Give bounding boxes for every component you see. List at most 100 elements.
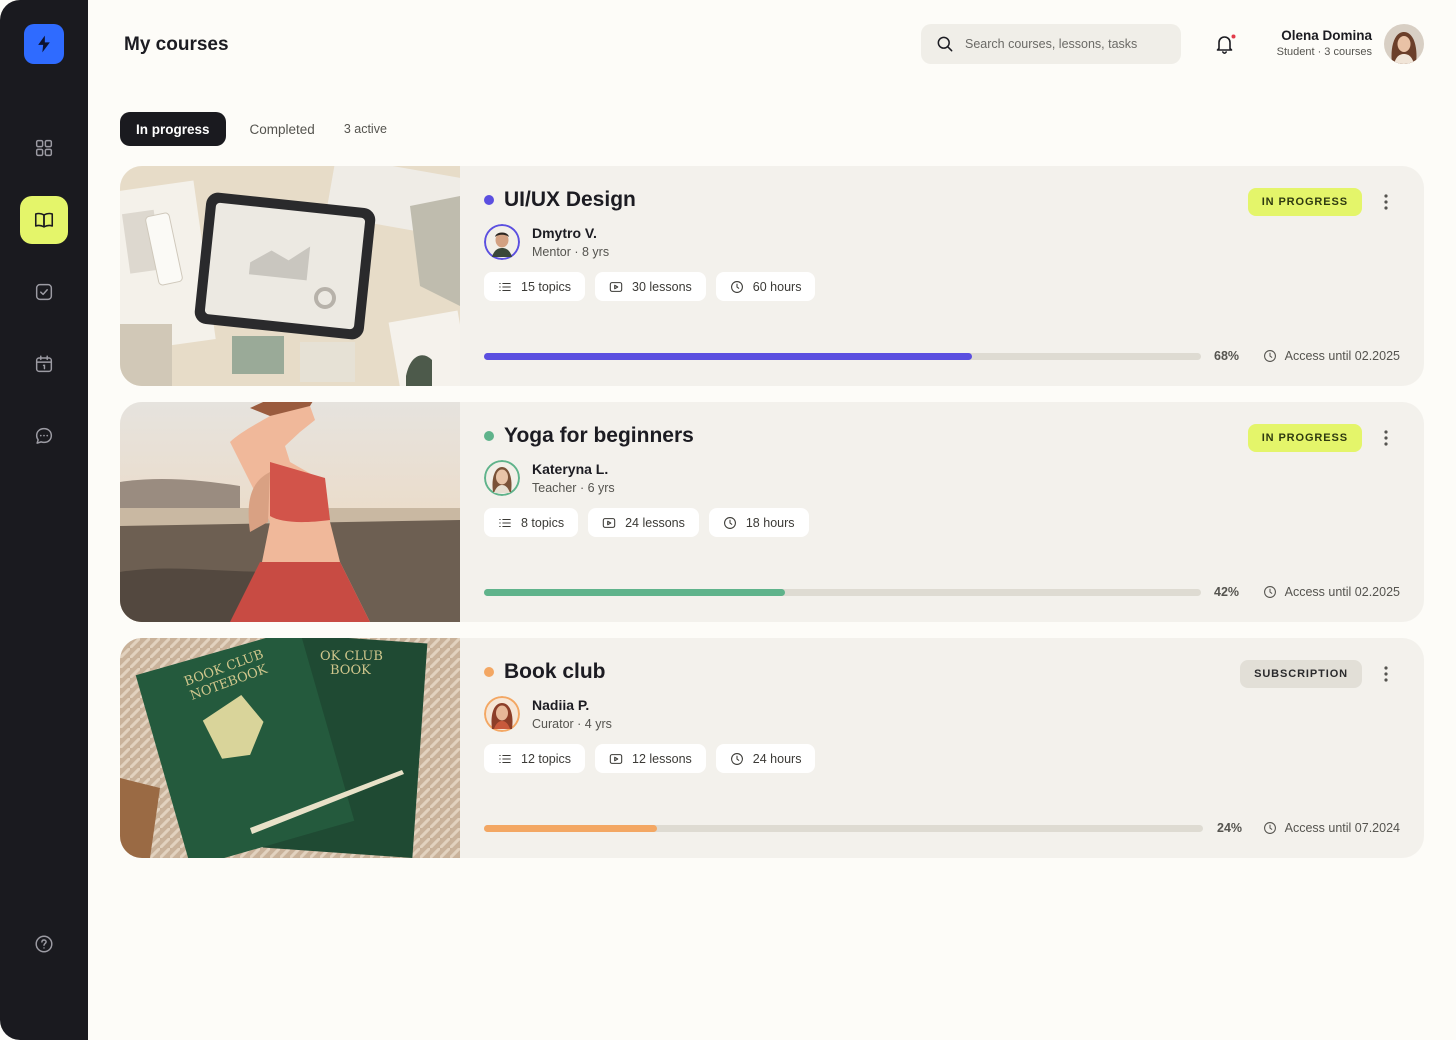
course-thumbnail: BOOK CLUB NOTEBOOK OK CLUB BOOK [120, 638, 460, 858]
course-stats: 8 topics 24 lessons 18 hours [484, 508, 819, 537]
more-options-icon[interactable] [1378, 428, 1394, 448]
course-color-dot [484, 195, 494, 205]
nav-courses[interactable] [20, 196, 68, 244]
bell-icon[interactable] [1213, 32, 1237, 56]
course-card[interactable]: BOOK CLUB NOTEBOOK OK CLUB BOOK Book clu… [120, 638, 1424, 858]
page-title: My courses [124, 34, 229, 55]
hours-chip: 18 hours [708, 508, 809, 537]
access-date: Access until 02.2025 [1284, 349, 1400, 363]
course-title[interactable]: Book club [504, 660, 606, 684]
topics-count: 8 topics [521, 515, 565, 530]
more-options-icon[interactable] [1378, 664, 1394, 684]
more-options-icon[interactable] [1378, 192, 1394, 212]
access-info: Access until 07.2024 [1263, 821, 1400, 835]
search-bar[interactable] [921, 24, 1181, 64]
mentor-role: Curator · 4 yrs [532, 717, 612, 731]
course-details: UI/UX Design Dmytro V. Mentor · 8 yrs 15… [484, 166, 1424, 386]
clock-icon [1263, 586, 1276, 598]
user-subtitle: Student · 3 courses [1276, 46, 1372, 58]
topics-chip: 8 topics [484, 508, 579, 537]
clock-icon [730, 752, 743, 765]
mentor-avatar [484, 460, 520, 496]
nav-dashboard[interactable] [20, 124, 68, 172]
clock-icon [723, 516, 736, 529]
course-color-dot [484, 431, 494, 441]
tab-completed[interactable]: Completed [250, 122, 315, 137]
book-cover-text: BOOK [330, 663, 371, 678]
mentor-role: Mentor · 8 yrs [532, 245, 610, 259]
course-color-dot [484, 667, 494, 677]
lessons-count: 24 lessons [625, 515, 685, 530]
access-date: Access until 07.2024 [1284, 821, 1400, 835]
nav-help[interactable] [20, 920, 68, 968]
hours-count: 18 hours [745, 515, 795, 530]
list-icon [499, 282, 511, 291]
video-icon [609, 281, 623, 292]
course-card[interactable]: UI/UX Design Dmytro V. Mentor · 8 yrs 15… [120, 166, 1424, 386]
progress-fill [484, 353, 972, 360]
topics-chip: 12 topics [484, 744, 586, 773]
search-icon [937, 36, 953, 52]
user-info[interactable]: Olena Domina Student · 3 courses [1277, 28, 1372, 58]
status-badge: SUBSCRIPTION [1240, 660, 1362, 688]
hours-chip: 60 hours [715, 272, 816, 301]
book-cover-text: OK CLUB [320, 649, 383, 664]
mentor-name: Nadiia P. [532, 697, 590, 713]
course-stats: 12 topics 12 lessons 24 hours [484, 744, 825, 773]
course-card[interactable]: Yoga for beginners Kateryna L. Teacher ·… [120, 402, 1424, 622]
lessons-count: 30 lessons [632, 279, 692, 294]
topics-chip: 15 topics [484, 272, 586, 301]
course-title[interactable]: Yoga for beginners [504, 424, 694, 448]
course-title[interactable]: UI/UX Design [504, 188, 636, 212]
mentor-avatar [484, 696, 520, 732]
lightning-icon [38, 35, 50, 53]
notification-dot [1231, 34, 1236, 39]
mentor-avatar [484, 224, 520, 260]
status-badge: IN PROGRESS [1247, 188, 1362, 216]
course-thumbnail [120, 166, 460, 386]
video-icon [609, 753, 623, 764]
chat-icon [35, 427, 53, 444]
nav-calendar[interactable] [20, 340, 68, 388]
app-logo[interactable] [24, 24, 64, 64]
nav-tasks[interactable] [20, 268, 68, 316]
course-tabs: In progress Completed 3 active [120, 112, 387, 146]
clock-icon [1263, 350, 1276, 362]
checkbox-icon [35, 283, 53, 301]
list-icon [499, 754, 511, 763]
course-details: Yoga for beginners Kateryna L. Teacher ·… [484, 402, 1424, 622]
status-badge: IN PROGRESS [1247, 424, 1362, 452]
lessons-chip: 12 lessons [595, 744, 706, 773]
progress-bar [484, 825, 1203, 832]
course-stats: 15 topics 30 lessons 60 hours [484, 272, 825, 301]
mentor-role: Teacher · 6 yrs [532, 481, 615, 495]
mentor-name: Kateryna L. [532, 461, 609, 477]
lessons-chip: 24 lessons [588, 508, 699, 537]
topics-count: 12 topics [521, 751, 572, 766]
video-icon [602, 517, 616, 528]
access-info: Access until 02.2025 [1263, 349, 1400, 363]
hours-count: 60 hours [752, 279, 802, 294]
tab-in-progress[interactable]: In progress [120, 112, 226, 146]
progress-bar [484, 589, 1201, 596]
progress-percent: 42% [1214, 585, 1240, 599]
progress-percent: 68% [1214, 349, 1240, 363]
active-count: 3 active [343, 122, 387, 136]
lessons-chip: 30 lessons [595, 272, 706, 301]
clock-icon [1263, 822, 1276, 834]
topics-count: 15 topics [521, 279, 572, 294]
access-date: Access until 02.2025 [1284, 585, 1400, 599]
hours-chip: 24 hours [715, 744, 816, 773]
course-thumbnail [120, 402, 460, 622]
nav-messages[interactable] [20, 412, 68, 460]
progress-bar [484, 353, 1201, 360]
search-input[interactable] [965, 37, 1165, 51]
mentor-name: Dmytro V. [532, 225, 597, 241]
user-avatar[interactable] [1384, 24, 1424, 64]
access-info: Access until 02.2025 [1263, 585, 1400, 599]
clock-icon [730, 280, 743, 293]
course-details: Book club Nadiia P. Curator · 4 yrs 12 t… [484, 638, 1424, 858]
list-icon [499, 518, 511, 527]
sidebar [0, 0, 88, 1040]
lessons-count: 12 lessons [632, 751, 692, 766]
